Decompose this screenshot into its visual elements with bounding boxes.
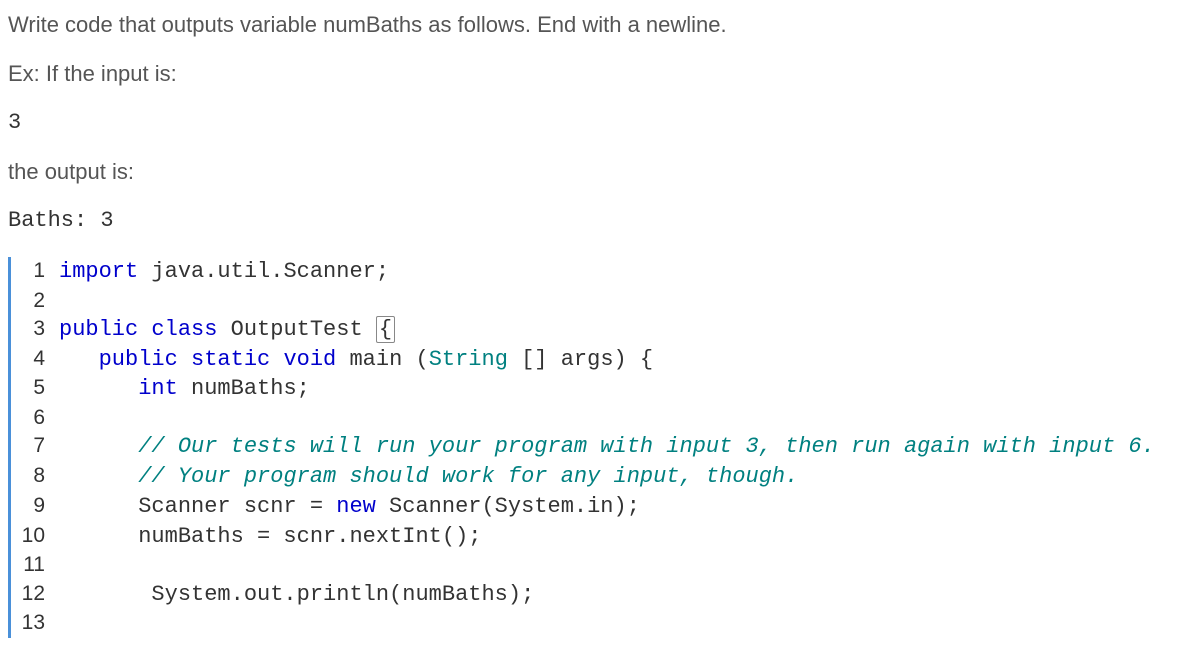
code-token: java.util.Scanner;: [138, 259, 389, 284]
problem-instructions: Write code that outputs variable numBath…: [8, 8, 1192, 237]
code-content[interactable]: // Our tests will run your program with …: [59, 432, 1155, 462]
code-line[interactable]: 7 // Our tests will run your program wit…: [11, 432, 1192, 462]
code-token: [59, 434, 138, 459]
code-token: int: [138, 376, 178, 401]
code-token: class: [151, 317, 217, 342]
code-line[interactable]: 8 // Your program should work for any in…: [11, 462, 1192, 492]
input-example: 3: [8, 106, 1192, 139]
code-token: String: [429, 347, 508, 372]
code-line[interactable]: 2: [11, 287, 1192, 315]
instruction-line-1: Write code that outputs variable numBath…: [8, 8, 1192, 41]
code-content[interactable]: numBaths = scnr.nextInt();: [59, 522, 481, 552]
code-token: [59, 376, 138, 401]
code-content[interactable]: int numBaths;: [59, 374, 310, 404]
code-content[interactable]: // Your program should work for any inpu…: [59, 462, 798, 492]
line-number: 13: [11, 609, 59, 637]
code-token: System.out.println(numBaths);: [59, 582, 534, 607]
code-token: Scanner(System.in);: [376, 494, 640, 519]
code-token: new: [336, 494, 376, 519]
code-token: OutputTest: [217, 317, 375, 342]
line-number: 7: [11, 432, 59, 460]
code-line[interactable]: 4 public static void main (String [] arg…: [11, 345, 1192, 375]
code-token: numBaths = scnr.nextInt();: [59, 524, 481, 549]
code-content[interactable]: public class OutputTest {: [59, 315, 395, 345]
output-example: Baths: 3: [8, 204, 1192, 237]
code-token: // Your program should work for any inpu…: [138, 464, 798, 489]
code-token: import: [59, 259, 138, 284]
code-token: static: [191, 347, 270, 372]
instruction-line-2: Ex: If the input is:: [8, 57, 1192, 90]
line-number: 10: [11, 522, 59, 550]
code-token: {: [376, 316, 395, 343]
line-number: 3: [11, 315, 59, 343]
code-content[interactable]: public static void main (String [] args)…: [59, 345, 653, 375]
code-token: numBaths;: [178, 376, 310, 401]
line-number: 9: [11, 492, 59, 520]
code-token: [] args) {: [508, 347, 653, 372]
code-token: public: [59, 317, 138, 342]
code-token: [59, 464, 138, 489]
line-number: 6: [11, 404, 59, 432]
code-line[interactable]: 12 System.out.println(numBaths);: [11, 580, 1192, 610]
code-token: public: [99, 347, 178, 372]
code-token: [138, 317, 151, 342]
code-line[interactable]: 3public class OutputTest {: [11, 315, 1192, 345]
code-content[interactable]: import java.util.Scanner;: [59, 257, 389, 287]
line-number: 2: [11, 287, 59, 315]
code-token: // Our tests will run your program with …: [138, 434, 1155, 459]
code-editor[interactable]: 1import java.util.Scanner;23public class…: [8, 257, 1192, 638]
code-line[interactable]: 13: [11, 609, 1192, 637]
line-number: 12: [11, 580, 59, 608]
instruction-line-3: the output is:: [8, 155, 1192, 188]
code-line[interactable]: 1import java.util.Scanner;: [11, 257, 1192, 287]
code-token: [178, 347, 191, 372]
code-line[interactable]: 9 Scanner scnr = new Scanner(System.in);: [11, 492, 1192, 522]
code-token: [59, 347, 99, 372]
code-token: main (: [336, 347, 428, 372]
code-content[interactable]: System.out.println(numBaths);: [59, 580, 534, 610]
line-number: 5: [11, 374, 59, 402]
code-line[interactable]: 6: [11, 404, 1192, 432]
line-number: 8: [11, 462, 59, 490]
line-number: 1: [11, 257, 59, 285]
line-number: 11: [11, 551, 59, 579]
code-content[interactable]: Scanner scnr = new Scanner(System.in);: [59, 492, 640, 522]
code-token: void: [283, 347, 336, 372]
line-number: 4: [11, 345, 59, 373]
code-token: [270, 347, 283, 372]
code-line[interactable]: 5 int numBaths;: [11, 374, 1192, 404]
code-token: Scanner scnr =: [59, 494, 336, 519]
code-line[interactable]: 10 numBaths = scnr.nextInt();: [11, 522, 1192, 552]
code-line[interactable]: 11: [11, 551, 1192, 579]
